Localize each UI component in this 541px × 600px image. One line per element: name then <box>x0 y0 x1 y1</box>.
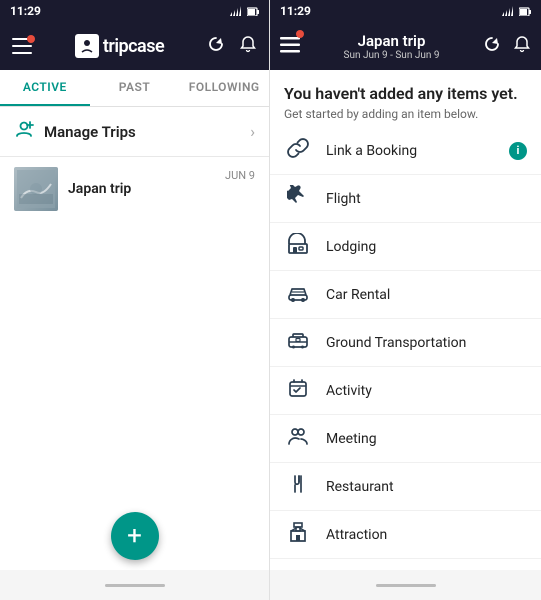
link-booking-icon <box>284 137 312 164</box>
menu-item-flight[interactable]: Flight <box>270 175 541 223</box>
menu-item-label-attraction: Attraction <box>326 527 527 543</box>
left-app-header: tripcase <box>0 22 269 70</box>
empty-state-subtitle: Get started by adding an item below. <box>284 107 527 121</box>
right-app-header: Japan trip Sun Jun 9 - Sun Jun 9 <box>270 22 541 70</box>
left-bottom-bar <box>0 570 269 600</box>
menu-item-meeting[interactable]: Meeting <box>270 415 541 463</box>
meeting-icon <box>284 425 312 452</box>
right-status-icons <box>502 6 531 16</box>
ground-transportation-icon <box>284 329 312 356</box>
manage-trips-row[interactable]: Manage Trips › <box>0 107 269 157</box>
menu-item-restaurant[interactable]: Restaurant <box>270 463 541 511</box>
activity-icon <box>284 377 312 404</box>
right-bottom-indicator <box>376 584 436 587</box>
bottom-indicator <box>105 584 165 587</box>
left-status-bar: 11:29 <box>0 0 269 22</box>
menu-item-label-activity: Activity <box>326 383 527 399</box>
trip-item[interactable]: Japan trip JUN 9 <box>0 157 269 221</box>
menu-item-label-link-booking: Link a Booking <box>326 143 495 159</box>
right-menu-icon[interactable] <box>280 34 300 58</box>
manage-trips-icon <box>14 119 34 144</box>
attraction-icon <box>284 521 312 548</box>
right-bottom-bar <box>270 570 541 600</box>
trip-name: Japan trip <box>68 181 215 197</box>
app-logo: tripcase <box>75 34 164 58</box>
menu-item-activity[interactable]: Activity <box>270 367 541 415</box>
trip-info: Japan trip <box>68 181 215 197</box>
menu-item-label-meeting: Meeting <box>326 431 527 447</box>
manage-trips-arrow: › <box>250 122 255 141</box>
tabs-bar: ACTIVE PAST FOLLOWING <box>0 70 269 107</box>
logo-icon <box>75 34 99 58</box>
menu-item-attraction[interactable]: Attraction <box>270 511 541 559</box>
empty-state: You haven't added any items yet. Get sta… <box>270 70 541 127</box>
add-item-menu: Link a Booking i Flight Lodging Car Rental Gr… <box>270 127 541 570</box>
right-bell-icon[interactable] <box>513 35 531 57</box>
trip-title-block: Japan trip Sun Jun 9 - Sun Jun 9 <box>308 32 475 61</box>
menu-item-ground-transportation[interactable]: Ground Transportation <box>270 319 541 367</box>
menu-item-label-lodging: Lodging <box>326 239 527 255</box>
lodging-icon <box>284 233 312 260</box>
right-header-actions <box>483 35 531 57</box>
info-badge: i <box>509 142 527 160</box>
menu-item-cruise[interactable]: Cruise <box>270 559 541 570</box>
tab-past[interactable]: PAST <box>90 70 180 106</box>
tab-active[interactable]: ACTIVE <box>0 70 90 106</box>
menu-item-label-flight: Flight <box>326 191 527 207</box>
add-trip-fab[interactable]: + <box>111 512 159 560</box>
notification-dot <box>27 35 35 43</box>
right-panel: 11:29 Japan trip Sun Jun 9 - Sun Jun 9 <box>270 0 541 600</box>
menu-item-lodging[interactable]: Lodging <box>270 223 541 271</box>
bell-icon[interactable] <box>239 35 257 57</box>
left-time: 11:29 <box>10 4 41 18</box>
header-actions <box>207 35 257 57</box>
trip-title-name: Japan trip <box>308 32 475 50</box>
menu-item-label-ground-transportation: Ground Transportation <box>326 335 527 351</box>
tab-following[interactable]: FOLLOWING <box>179 70 269 106</box>
menu-item-link-booking[interactable]: Link a Booking i <box>270 127 541 175</box>
menu-item-label-restaurant: Restaurant <box>326 479 527 495</box>
restaurant-icon <box>284 473 312 500</box>
trip-date: JUN 9 <box>225 167 255 182</box>
menu-item-car-rental[interactable]: Car Rental <box>270 271 541 319</box>
manage-trips-label: Manage Trips <box>44 123 240 141</box>
refresh-icon[interactable] <box>207 35 225 57</box>
right-time: 11:29 <box>280 4 311 18</box>
menu-item-label-car-rental: Car Rental <box>326 287 527 303</box>
left-panel: 11:29 tripcase ACTIVE PAST <box>0 0 270 600</box>
car-rental-icon <box>284 281 312 308</box>
trip-thumbnail <box>14 167 58 211</box>
logo-text: tripcase <box>103 36 164 57</box>
flight-icon <box>284 185 312 212</box>
left-status-icons <box>230 6 259 16</box>
right-status-bar: 11:29 <box>270 0 541 22</box>
empty-state-title: You haven't added any items yet. <box>284 84 527 103</box>
right-refresh-icon[interactable] <box>483 35 501 57</box>
trip-title-dates: Sun Jun 9 - Sun Jun 9 <box>308 50 475 61</box>
hamburger-menu[interactable] <box>12 38 32 54</box>
right-notification-dot <box>296 30 304 38</box>
